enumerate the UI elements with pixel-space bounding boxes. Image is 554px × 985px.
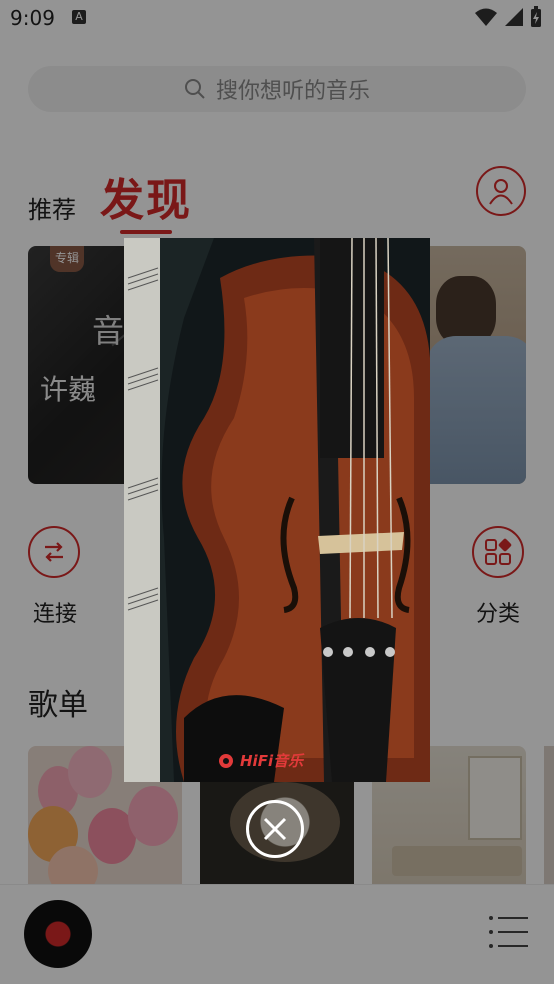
brand-disc-icon	[219, 753, 233, 768]
close-icon	[263, 817, 287, 841]
close-popup-button[interactable]	[246, 800, 304, 858]
brand-text: HiFi音乐	[240, 752, 304, 770]
violin-illustration	[124, 238, 430, 782]
ad-popup-image[interactable]: HiFi音乐	[124, 238, 430, 782]
brand-logo: HiFi音乐	[218, 750, 303, 771]
